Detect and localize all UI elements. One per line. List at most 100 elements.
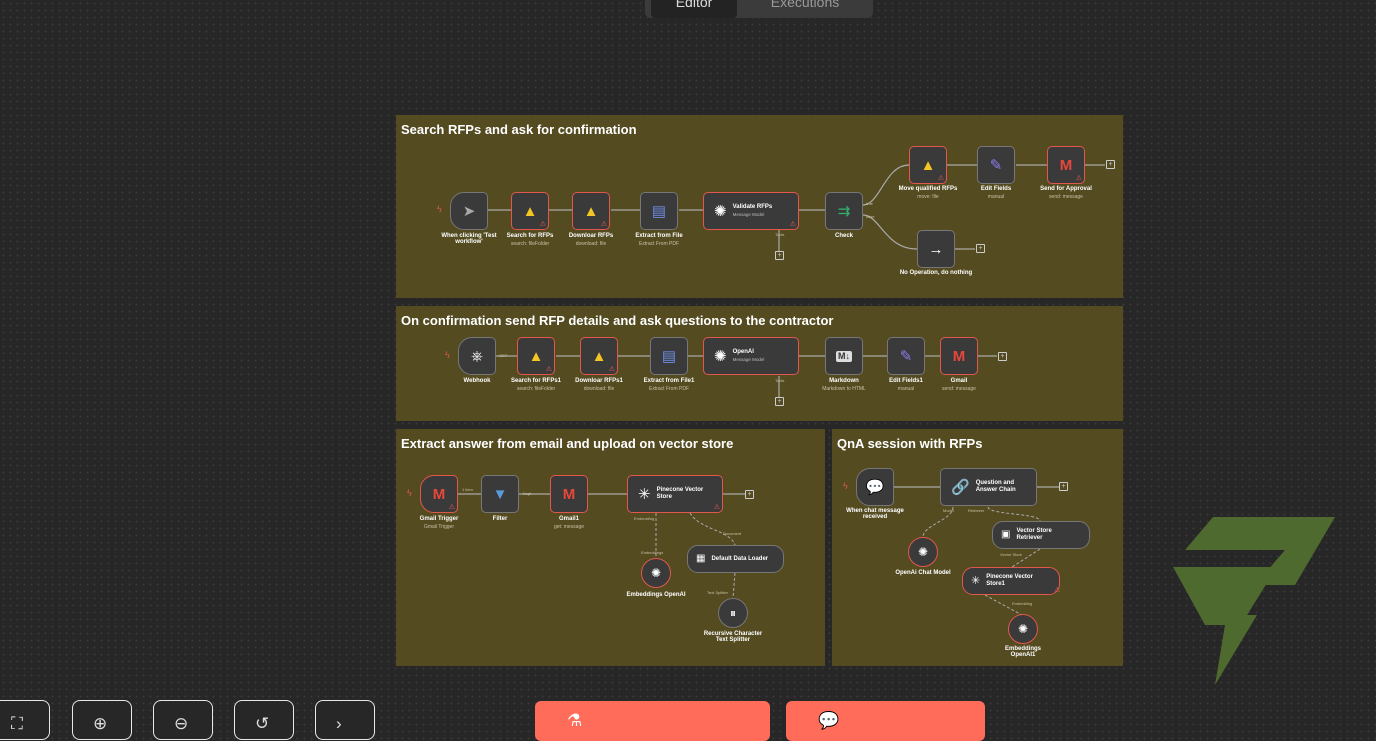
node-edit-fields[interactable]: ✎ [977,146,1015,184]
file-extract-icon: ▤ [651,202,667,220]
pencil-icon: ✎ [899,347,913,365]
zoom-out-button[interactable]: ⊖ [153,700,213,740]
node-label: Search for RFPs [506,233,554,239]
add-node-button[interactable]: + [998,352,1007,361]
add-node-button[interactable]: + [976,244,985,253]
add-node-button[interactable]: + [1106,160,1115,169]
node-search-rfps1[interactable]: ▲ ⚠ [517,337,555,375]
method-label: GET [499,353,508,358]
tidy-up-button[interactable]: › [315,700,375,740]
tab-executions[interactable]: Executions [745,0,865,18]
node-validate-rfps[interactable]: ✺ Validate RFPs Message Model ⚠ [703,192,799,230]
add-tool-button[interactable]: + [775,251,784,260]
node-openai[interactable]: ✺ OpenAI Message Model [703,337,799,375]
arrow-right-icon: → [928,240,944,258]
node-label: Search for RFPs1 [510,378,562,384]
node-subtitle: Message Model [732,357,765,362]
node-extract-from-file[interactable]: ▤ [640,192,678,230]
node-label: When chat message received [846,508,904,520]
node-edit-fields1[interactable]: ✎ [887,337,925,375]
node-no-operation[interactable]: → [917,230,955,268]
node-move-qualified-rfps[interactable]: ▲ ⚠ [909,146,947,184]
node-openai-chat-model[interactable]: ✺ [908,537,938,567]
test-workflow-button[interactable]: ⚗ [535,701,770,741]
node-label: Validate RFPs [732,204,773,210]
chevron-right-icon: › [336,714,342,733]
node-recursive-text-splitter[interactable]: ⏸ [718,598,748,628]
node-subtitle: Extract From PDF [638,241,680,247]
fit-view-button[interactable]: ⛶ [0,700,50,740]
reset-zoom-button[interactable]: ↺ [234,700,294,740]
port-label-embedding: Embedding [1012,601,1033,606]
node-send-for-approval[interactable]: M ⚠ [1047,146,1085,184]
google-drive-icon: ▲ [528,347,544,365]
openai-icon: ✺ [714,347,727,365]
node-gmail1[interactable]: M [550,475,588,513]
cursor-icon: ➤ [462,202,476,220]
zoom-in-button[interactable]: ⊕ [72,700,132,740]
node-label: Markdown [829,378,859,384]
add-node-button[interactable]: + [1059,482,1068,491]
node-embeddings-openai1[interactable]: ✺ [1008,614,1038,644]
node-manual-trigger[interactable]: ➤ [450,192,488,230]
warning-icon: ⚠ [937,175,944,182]
node-label: Question and Answer Chain [975,480,1016,493]
trigger-bolt-icon: ϟ [445,350,450,360]
node-pinecone-vector-store[interactable]: ✳ Pinecone Vector Store ⚠ [627,475,723,513]
reset-zoom-icon: ↺ [255,714,270,733]
node-label: Webhook [463,378,491,384]
node-subtitle: manual [897,386,915,392]
node-gmail[interactable]: M [940,337,978,375]
node-qa-chain[interactable]: 🔗 Question and Answer Chain [940,468,1037,506]
node-pinecone-vector-store1[interactable]: ✳ Pinecone Vector Store1 [962,567,1060,595]
node-embeddings-openai[interactable]: ✺ [641,558,671,588]
node-filter[interactable]: ▼ [481,475,519,513]
node-vector-store-retriever[interactable]: ▣ Vector Store Retriever [992,521,1090,549]
pinecone-icon: ✳ [638,485,651,503]
node-label: Downloar RFPs [568,233,614,239]
node-download-rfps1[interactable]: ▲ ⚠ [580,337,618,375]
node-subtitle: manual [987,194,1005,200]
retriever-icon: ▣ [1001,529,1011,540]
node-label: OpenAi Chat Model [895,570,951,576]
fit-view-icon: ⛶ [11,714,23,733]
node-gmail-trigger[interactable]: M ⚠ [420,475,458,513]
tab-editor[interactable]: Editor [651,0,737,18]
port-label-document: Document [723,531,742,536]
add-tool-button[interactable]: + [775,397,784,406]
node-label: Embeddings OpenAI1 [1004,646,1041,658]
sticky-title: On confirmation send RFP details and ask… [401,313,834,328]
node-check[interactable]: ⇉ [825,192,863,230]
node-subtitle: Markdown to HTML [822,386,866,392]
add-node-button[interactable]: + [745,490,754,499]
document-icon: ▦ [696,553,706,564]
port-label-tools: Tools [775,378,785,383]
node-markdown[interactable]: M↓ [825,337,863,375]
open-chat-button[interactable]: 💬 [786,701,985,741]
warning-icon: ⚠ [1075,175,1082,182]
node-webhook[interactable]: ⎈ [458,337,496,375]
node-label: When clicking 'Test workflow' [441,233,497,245]
filter-icon: ▼ [492,485,508,503]
node-label: Extract from File [635,233,683,239]
node-label: Move qualified RFPs [898,186,958,192]
node-download-rfps[interactable]: ▲ ⚠ [572,192,610,230]
port-label-text-splitter: Text Splitter [707,590,728,595]
gmail-icon: M [432,485,446,503]
node-label: Downloar RFPs1 [575,378,623,384]
trigger-bolt-icon: ϟ [437,204,442,214]
node-default-data-loader[interactable]: ▦ Default Data Loader [687,545,784,573]
splitter-icon: ⏸ [729,606,736,620]
trigger-bolt-icon: ϟ [843,481,848,491]
node-extract-from-file1[interactable]: ▤ [650,337,688,375]
zoom-in-icon: ⊕ [93,714,108,733]
port-label-model: Model [943,508,954,513]
node-search-rfps[interactable]: ▲ ⚠ [511,192,549,230]
node-subtitle: search: fileFolder [510,241,550,247]
port-label-embeddings: Embeddings [641,550,664,555]
node-subtitle: move: file [917,194,939,200]
google-drive-icon: ▲ [591,347,607,365]
node-chat-trigger[interactable]: 💬 [856,468,894,506]
branch-true-label: true [866,201,873,206]
openai-icon: ✺ [917,545,929,559]
